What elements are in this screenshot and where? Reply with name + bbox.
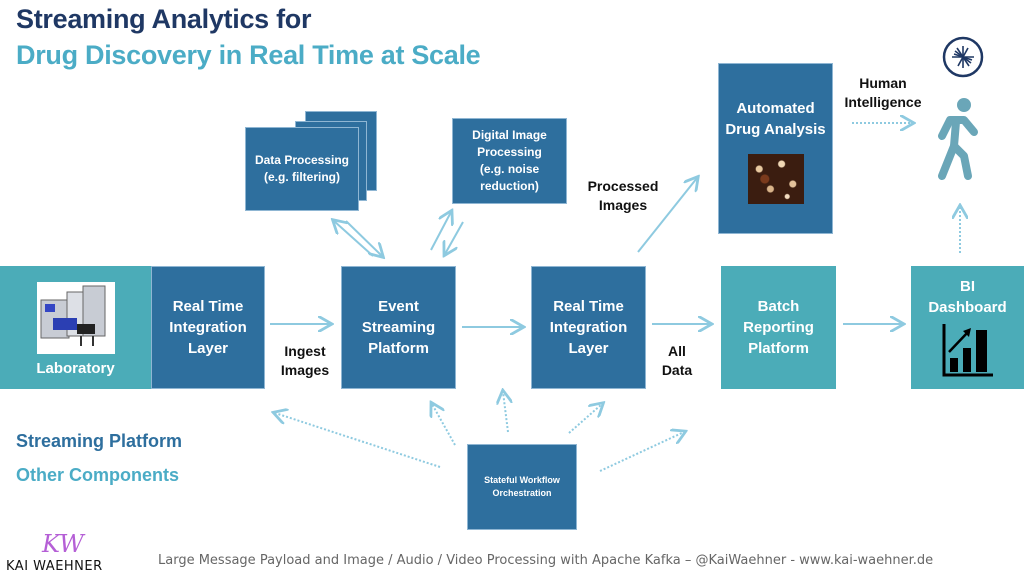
laboratory-box: Laboratory	[0, 266, 151, 389]
bar-chart-icon	[942, 324, 993, 377]
workflow-line-1: Stateful Workflow	[484, 475, 560, 485]
processed-line-2: Images	[598, 197, 648, 213]
processed-images-label: Processed Images	[583, 177, 663, 215]
rt-left-line-3: Layer	[187, 340, 229, 357]
bi-line-2: Dashboard	[928, 299, 1007, 316]
arrow-wf-to-rt-right	[568, 404, 602, 434]
kw-monogram-logo: KW	[42, 530, 84, 558]
workflow-line-2: Orchestration	[492, 488, 552, 498]
arrow-event-to-dataproc	[334, 221, 374, 257]
all-data-label: All Data	[657, 342, 697, 380]
data-processing-line-1: Data Processing	[254, 153, 350, 167]
ingest-line-2: Images	[280, 362, 330, 378]
arrow-event-to-image	[430, 212, 451, 251]
arrow-wf-to-center	[503, 392, 508, 433]
batch-line-1: Batch	[757, 298, 800, 315]
ingest-line-1: Ingest	[284, 343, 326, 359]
event-line-2: Streaming	[361, 319, 436, 336]
arrow-image-to-event	[445, 221, 464, 254]
footer-text: Large Message Payload and Image / Audio …	[158, 553, 934, 568]
batch-reporting-platform-box: Batch Reporting Platform	[721, 266, 836, 389]
rt-right-line-2: Integration	[549, 319, 628, 336]
laboratory-equipment-icon	[36, 282, 115, 354]
human-line-1: Human	[859, 75, 907, 91]
stateful-workflow-orchestration-box: Stateful Workflow Orchestration	[467, 444, 577, 530]
image-line-1: Digital Image	[472, 128, 547, 142]
all-data-line-1: All	[668, 343, 686, 359]
event-line-1: Event	[378, 298, 419, 315]
digital-image-processing-box: Digital Image Processing (e.g. noise red…	[452, 118, 567, 204]
bi-line-1: BI	[960, 278, 975, 295]
batch-line-3: Platform	[748, 340, 809, 357]
processed-line-1: Processed	[587, 178, 659, 194]
event-line-3: Platform	[368, 340, 429, 357]
human-line-2: Intelligence	[844, 94, 922, 110]
microscopy-image	[747, 154, 804, 204]
arrow-dataproc-to-event	[345, 220, 382, 256]
arrow-wf-to-event	[432, 404, 456, 446]
bi-dashboard-box: BI Dashboard	[911, 266, 1024, 389]
arrow-wf-to-batch	[599, 432, 684, 472]
image-line-4: reduction)	[480, 179, 539, 193]
all-data-line-2: Data	[661, 362, 693, 378]
rt-left-line-2: Integration	[169, 319, 247, 336]
rt-integration-left-box: Real Time Integration Layer	[151, 266, 265, 389]
arrow-wf-to-rt-left	[275, 413, 441, 468]
image-line-3: (e.g. noise	[479, 162, 540, 176]
person-walking-icon	[938, 98, 978, 180]
event-streaming-platform-box: Event Streaming Platform	[341, 266, 456, 389]
drug-line-2: Drug Analysis	[725, 121, 826, 138]
rt-integration-right-box: Real Time Integration Layer	[531, 266, 646, 389]
brand-name: KAI WAEHNER	[6, 559, 103, 574]
legend-streaming-platform: Streaming Platform	[16, 431, 183, 451]
human-intelligence-label: Human Intelligence	[838, 74, 928, 112]
automated-drug-analysis-box: Automated Drug Analysis	[718, 63, 833, 234]
rt-left-line-1: Real Time	[172, 298, 244, 315]
legend-other-components: Other Components	[16, 465, 180, 485]
data-processing-box: Data Processing (e.g. filtering)	[245, 127, 359, 211]
image-line-2: Processing	[477, 145, 542, 159]
drug-line-1: Automated	[736, 100, 815, 117]
data-processing-line-2: (e.g. filtering)	[264, 170, 340, 184]
batch-line-2: Reporting	[743, 319, 814, 336]
ingest-images-label: Ingest Images	[275, 342, 335, 380]
laboratory-label: Laboratory	[36, 360, 115, 377]
rt-right-line-1: Real Time	[553, 298, 624, 315]
rt-right-line-3: Layer	[568, 340, 609, 357]
